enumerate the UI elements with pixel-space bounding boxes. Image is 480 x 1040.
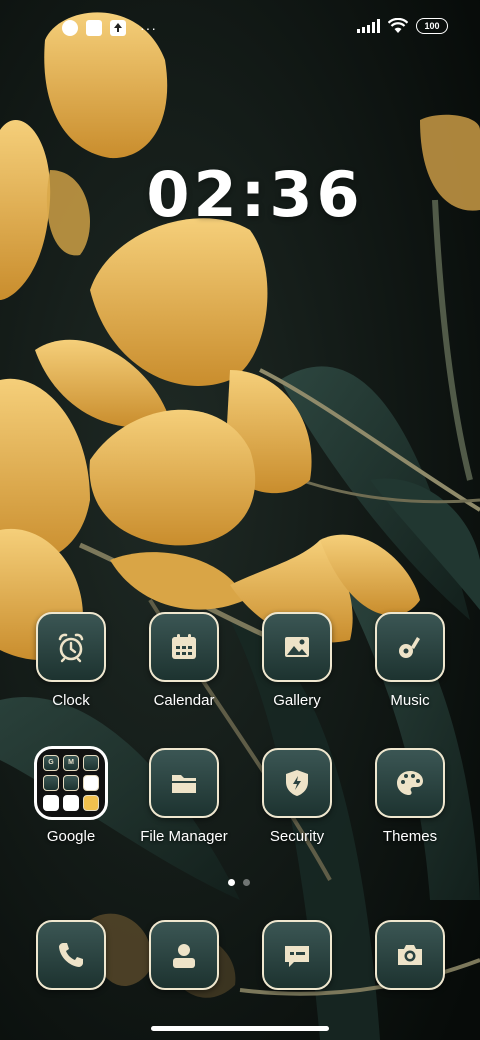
mini-app-maps-icon: [83, 755, 99, 771]
app-tile[interactable]: [149, 612, 219, 682]
dock-camera[interactable]: [350, 920, 470, 990]
signal-icon: [357, 19, 380, 33]
app-music[interactable]: Music: [350, 612, 470, 709]
status-bar-notifications: ···: [62, 18, 157, 38]
app-tile[interactable]: [36, 920, 106, 990]
phone-icon: [59, 943, 83, 967]
alarm-clock-icon: [58, 633, 84, 663]
app-tile[interactable]: [375, 612, 445, 682]
mini-app-podcasts-icon: [63, 795, 79, 811]
app-label: Music: [390, 692, 430, 709]
mini-app-google-icon: G: [43, 755, 59, 771]
upload-icon: [110, 20, 126, 36]
palette-icon: [397, 771, 423, 795]
app-clock[interactable]: Clock: [11, 612, 131, 709]
app-calendar[interactable]: Calendar: [124, 612, 244, 709]
mini-app-youtube-icon: [63, 775, 79, 791]
app-label: Clock: [52, 692, 90, 709]
mini-app-files-icon: [83, 775, 99, 791]
mini-app-tv-icon: [83, 795, 99, 811]
page-dot[interactable]: [243, 879, 250, 886]
app-tile[interactable]: [262, 748, 332, 818]
app-tile[interactable]: [262, 920, 332, 990]
page-indicator: [228, 879, 250, 886]
folder-open-icon: [172, 775, 196, 793]
app-security[interactable]: Security: [237, 748, 357, 845]
app-label: Gallery: [273, 692, 321, 709]
clock-widget[interactable]: 02:36: [0, 158, 480, 231]
mini-app-photos-icon: [43, 795, 59, 811]
dock-contacts[interactable]: [124, 920, 244, 990]
app-tile[interactable]: [375, 748, 445, 818]
contacts-icon: [173, 944, 195, 968]
home-indicator-bar[interactable]: [151, 1026, 329, 1031]
page-dot-active[interactable]: [228, 879, 235, 886]
square-icon: [86, 20, 102, 36]
app-label: Calendar: [153, 692, 215, 709]
more-notifications-icon: ···: [140, 20, 157, 36]
app-label: Security: [269, 828, 325, 845]
app-tile[interactable]: [149, 748, 219, 818]
app-label: File Manager: [140, 828, 228, 845]
app-tile[interactable]: [36, 612, 106, 682]
battery-indicator: 100: [416, 18, 448, 34]
app-tile[interactable]: [149, 920, 219, 990]
app-tile[interactable]: [262, 612, 332, 682]
image-icon: [285, 637, 309, 657]
dock-phone[interactable]: [11, 920, 131, 990]
notification-app-icon: [62, 20, 78, 36]
folder-icon[interactable]: G M: [34, 746, 108, 820]
app-label: Themes: [382, 828, 438, 845]
status-bar: ··· 100: [0, 0, 480, 56]
calendar-icon: [172, 634, 196, 659]
dock-messages[interactable]: [237, 920, 357, 990]
app-tile[interactable]: [375, 920, 445, 990]
app-themes[interactable]: Themes: [350, 748, 470, 845]
mini-app-meet-icon: [43, 775, 59, 791]
messages-icon: [285, 946, 309, 967]
app-file-manager[interactable]: File Manager: [124, 748, 244, 845]
app-gallery[interactable]: Gallery: [237, 612, 357, 709]
app-label: Google: [46, 828, 96, 845]
music-note-icon: [399, 637, 420, 658]
wifi-icon: [388, 18, 408, 33]
camera-icon: [398, 945, 422, 965]
shield-icon: [286, 770, 308, 796]
app-google-folder[interactable]: G M Google: [11, 746, 131, 845]
mini-app-gmail-icon: M: [63, 755, 79, 771]
status-bar-system: 100: [357, 18, 448, 34]
